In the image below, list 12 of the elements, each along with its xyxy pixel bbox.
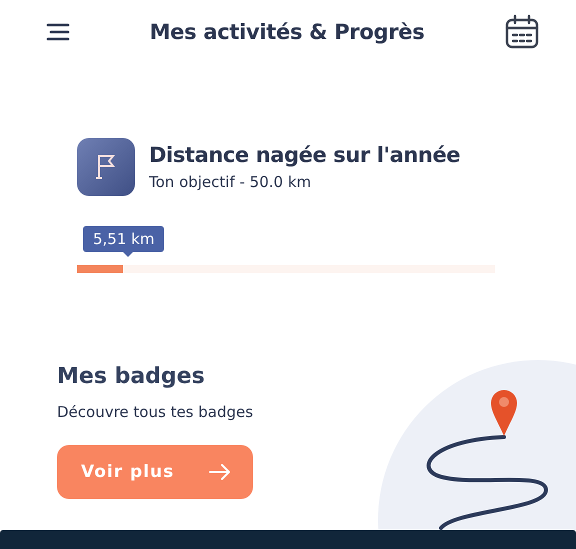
goal-subtitle: Ton objectif - 50.0 km: [149, 173, 312, 191]
flag-icon: [77, 138, 135, 196]
tooltip-pointer: [123, 252, 133, 257]
calendar-icon[interactable]: [504, 14, 540, 50]
arrow-icon: [209, 464, 231, 480]
menu-icon[interactable]: [46, 23, 70, 41]
goal-title: Distance nagée sur l'année: [149, 143, 460, 167]
see-more-button[interactable]: Voir plus: [57, 445, 253, 499]
section-title: Mes badges: [57, 364, 205, 389]
section-subtitle: Découvre tous tes badges: [57, 403, 254, 421]
progress-tooltip: 5,51 km: [83, 226, 164, 252]
screen-title: Mes activités & Progrès: [150, 20, 424, 44]
